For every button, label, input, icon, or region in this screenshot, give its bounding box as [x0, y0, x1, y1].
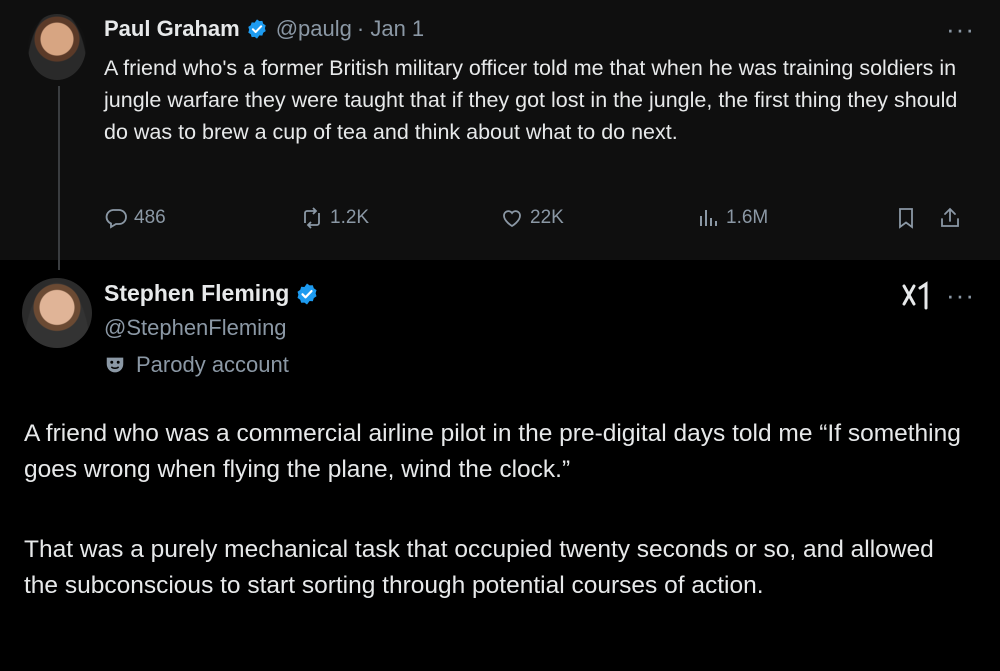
author-handle[interactable]: @paulg: [276, 16, 352, 42]
bookmark-button[interactable]: [894, 206, 924, 230]
tweet-paragraph: A friend who was a commercial airline pi…: [24, 420, 961, 483]
verified-badge-icon: [248, 19, 266, 39]
author-name[interactable]: Stephen Fleming: [104, 280, 289, 307]
thread-connector-line: [58, 86, 60, 270]
tweet-paragraph: That was a purely mechanical task that o…: [24, 536, 934, 599]
repost-count: 1.2K: [330, 207, 370, 228]
heart-icon: [503, 210, 521, 228]
views-button[interactable]: 1.6M: [696, 206, 768, 230]
repost-icon: [304, 207, 320, 229]
like-count: 22K: [530, 207, 564, 228]
reply-count: 486: [134, 207, 166, 228]
parody-label-text: Parody account: [136, 352, 289, 377]
verified-badge-icon: [297, 283, 317, 304]
avatar[interactable]: [28, 14, 86, 80]
views-count: 1.6M: [726, 207, 769, 228]
repost-button[interactable]: 1.2K: [300, 206, 369, 230]
tweet-date[interactable]: · Jan 1: [357, 16, 424, 42]
tweet-text: A friend who was a commercial airline pi…: [24, 416, 974, 648]
tweet-actions: 486 1.2K 22K 1.6M: [104, 206, 974, 240]
theater-mask-icon: [106, 357, 124, 373]
share-button[interactable]: [938, 206, 968, 230]
bookmark-icon: [899, 208, 913, 229]
author-handle[interactable]: @StephenFleming: [104, 315, 287, 341]
reply-button[interactable]: 486: [104, 206, 166, 230]
reply-icon: [105, 209, 127, 229]
quoted-tweet[interactable]: Paul Graham @paulg · Jan 1 ··· A friend …: [0, 0, 1000, 270]
share-icon: [941, 207, 959, 227]
tweet-header: Stephen Fleming: [104, 280, 319, 307]
more-icon[interactable]: ···: [946, 16, 975, 42]
tweet-text: A friend who's a former British military…: [104, 56, 958, 144]
like-button[interactable]: 22K: [500, 206, 564, 230]
more-icon[interactable]: ···: [946, 282, 975, 308]
views-icon: [700, 210, 717, 226]
parody-label: Parody account: [104, 352, 289, 378]
author-name[interactable]: Paul Graham: [104, 16, 240, 42]
tweet-header: Paul Graham @paulg · Jan 1: [104, 16, 424, 42]
grok-icon[interactable]: [898, 278, 932, 312]
avatar[interactable]: [22, 278, 92, 348]
